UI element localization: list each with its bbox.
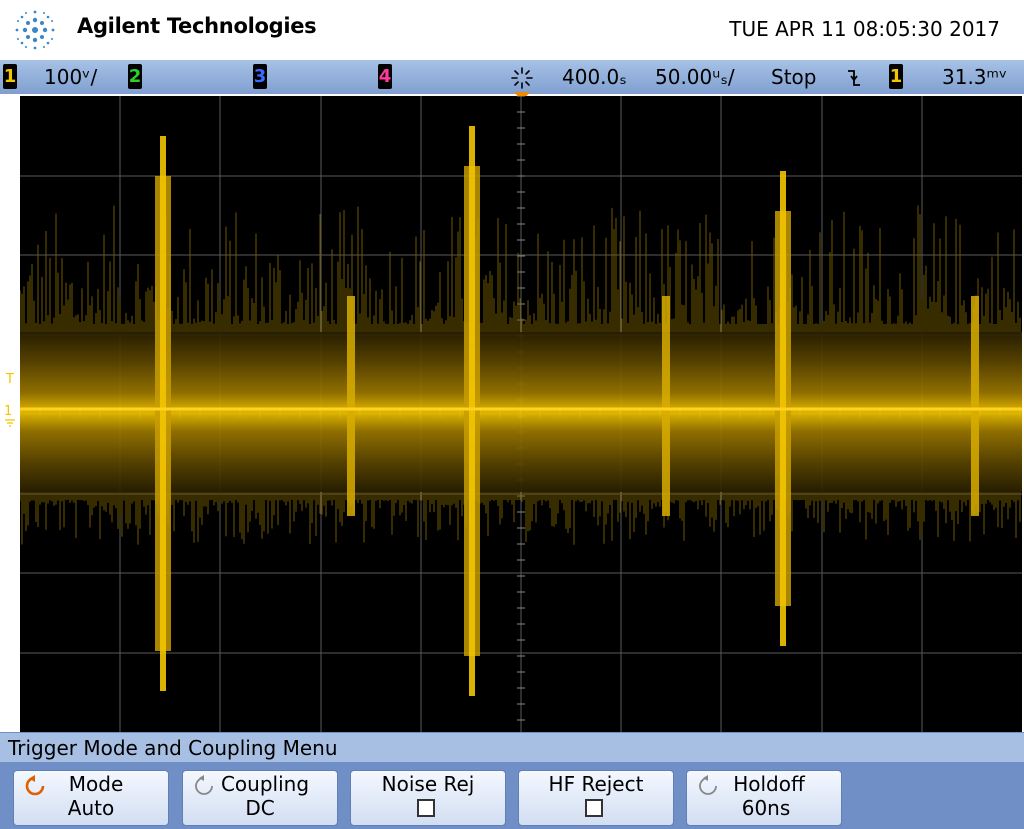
menu-title: Trigger Mode and Coupling Menu: [8, 736, 338, 760]
channel-1-indicator[interactable]: 1: [3, 64, 17, 89]
transient-envelope: [347, 296, 355, 516]
burst-core: [160, 136, 166, 691]
ground-symbol-icon: [5, 419, 15, 427]
coupling-softkey[interactable]: Coupling DC: [182, 770, 338, 826]
mode-softkey[interactable]: Mode Auto: [13, 770, 169, 826]
time-delay: 400.0ₛ: [562, 65, 627, 89]
noise-reject-checkbox[interactable]: [417, 799, 435, 817]
waveform-canvas: [20, 96, 1022, 732]
date-time: TUE APR 11 08:05:30 2017: [729, 17, 1000, 41]
status-bar: 1 100ᵛ/ 2 3 4 400.0ₛ 50.00ᵘₛ/ Stop 1 31.…: [0, 60, 1024, 94]
time-scale: 50.00ᵘₛ/: [655, 65, 735, 89]
transient-envelope: [662, 296, 670, 516]
header-bar: Agilent Technologies TUE APR 11 08:05:30…: [0, 0, 1024, 60]
menu-title-bar: Trigger Mode and Coupling Menu: [0, 732, 1024, 763]
channel-1-ground-marker[interactable]: 1: [4, 404, 12, 419]
channel-4-indicator[interactable]: 4: [378, 64, 392, 89]
coupling-value: DC: [245, 796, 275, 820]
noise-reject-label: Noise Rej: [381, 772, 475, 796]
holdoff-label: Holdoff: [733, 772, 805, 796]
noise-reject-softkey[interactable]: Noise Rej: [350, 770, 506, 826]
trigger-source-indicator[interactable]: 1: [889, 64, 903, 89]
hf-reject-softkey[interactable]: HF Reject: [518, 770, 674, 826]
holdoff-value: 60ns: [741, 796, 791, 820]
hf-reject-checkbox[interactable]: [585, 799, 603, 817]
delay-knob-icon: [511, 67, 533, 89]
trigger-level-marker[interactable]: T: [6, 372, 14, 387]
holdoff-softkey[interactable]: Holdoff 60ns: [686, 770, 842, 826]
coupling-label: Coupling: [220, 772, 310, 796]
hf-reject-label: HF Reject: [548, 772, 644, 796]
waveform-display[interactable]: [20, 96, 1022, 732]
agilent-spark-logo-icon: [15, 10, 55, 50]
softkey-bar: Mode Auto Coupling DC Noise Rej HF Rejec…: [0, 762, 1024, 829]
channel-1-scale: 100ᵛ/: [44, 65, 98, 89]
falling-edge-trigger-icon: [848, 70, 860, 86]
run-state: Stop: [771, 65, 817, 89]
mode-value: Auto: [67, 796, 115, 820]
burst-core: [469, 126, 475, 696]
trigger-level: 31.3ᵐᵛ: [942, 65, 1008, 89]
mode-label: Mode: [68, 772, 124, 796]
transient-envelope: [971, 296, 979, 516]
channel-2-indicator[interactable]: 2: [128, 64, 142, 89]
channel-3-indicator[interactable]: 3: [253, 64, 267, 89]
brand-name: Agilent Technologies: [77, 14, 317, 38]
